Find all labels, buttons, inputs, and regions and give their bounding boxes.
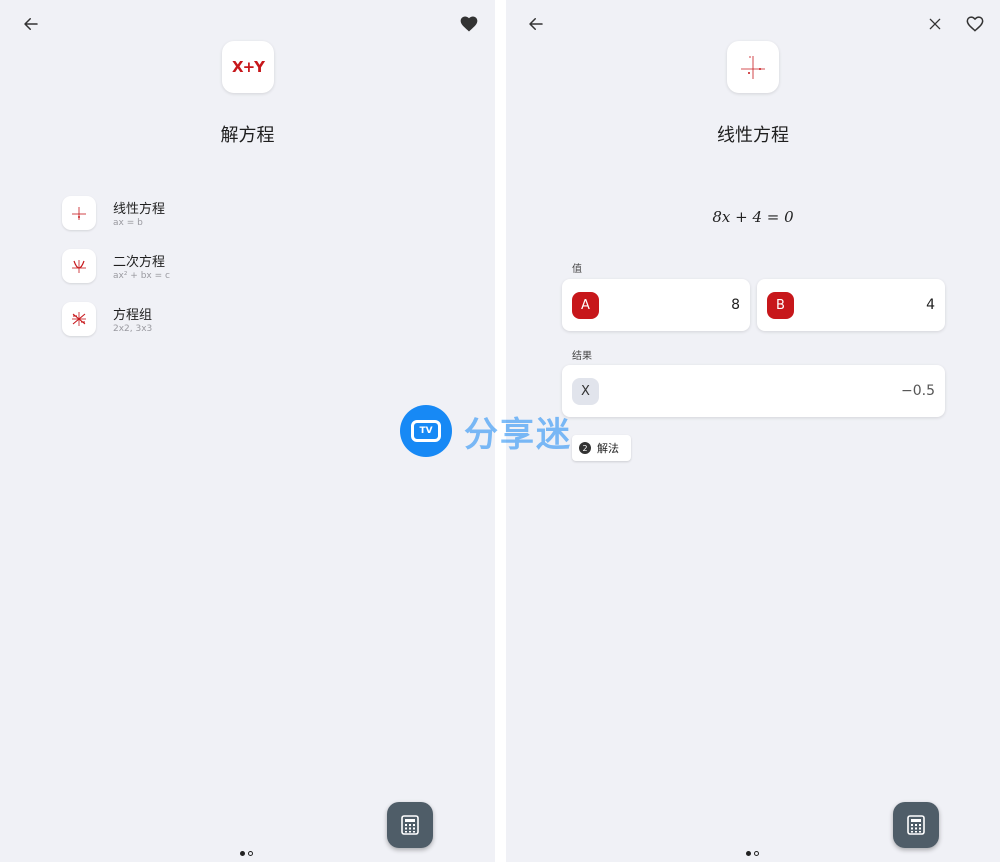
list-item-equation-system[interactable]: 方程组 2x2, 3x3 <box>62 302 362 342</box>
page-title: 线性方程 <box>717 125 789 146</box>
param-b-input[interactable]: B 4 <box>757 279 945 331</box>
result-value: −0.5 <box>901 383 935 399</box>
watermark: TV 分享迷 <box>400 405 572 457</box>
calculator-button[interactable] <box>387 802 433 848</box>
back-arrow-icon[interactable] <box>19 12 43 36</box>
watermark-icon-text: TV <box>419 426 433 436</box>
page-dot-active <box>240 851 245 856</box>
page-dot <box>248 851 253 856</box>
item-title: 二次方程 <box>113 255 166 270</box>
result-x-badge: X <box>572 378 599 405</box>
system-graph-icon <box>62 302 96 336</box>
solution-steps-button[interactable]: 2 解法 <box>572 435 631 461</box>
param-b-value: 4 <box>926 297 935 313</box>
item-title: 方程组 <box>113 308 153 323</box>
page-indicator <box>240 851 253 856</box>
parabola-graph-icon <box>62 249 96 283</box>
linear-graph-icon <box>62 196 96 230</box>
item-title: 线性方程 <box>113 202 166 217</box>
page-indicator <box>746 851 759 856</box>
equation-display: 8x + 4 = 0 <box>712 208 794 226</box>
app-logo: X+Y <box>222 41 274 93</box>
solution-label: 解法 <box>597 442 619 455</box>
favorite-filled-heart-icon[interactable] <box>457 12 481 36</box>
list-item-quadratic-equation[interactable]: 二次方程 ax² + bx = c <box>62 249 362 289</box>
calculator-icon <box>401 815 419 835</box>
linear-equation-logo <box>727 41 779 93</box>
param-a-value: 8 <box>731 297 740 313</box>
param-a-input[interactable]: A 8 <box>562 279 750 331</box>
item-subtitle: 2x2, 3x3 <box>113 324 153 334</box>
calculator-icon <box>907 815 925 835</box>
watermark-tv-icon: TV <box>400 405 452 457</box>
item-subtitle: ax² + bx = c <box>113 271 170 281</box>
item-subtitle: ax = b <box>113 218 143 228</box>
back-arrow-icon[interactable] <box>524 12 548 36</box>
linear-equation-screen: 线性方程 8x + 4 = 0 值 A 8 B 4 结果 X −0.5 2 解法 <box>506 0 1000 862</box>
result-section-label: 结果 <box>572 351 592 362</box>
param-b-badge: B <box>767 292 794 319</box>
param-a-badge: A <box>572 292 599 319</box>
page-dot-active <box>746 851 751 856</box>
watermark-text: 分享迷 <box>464 414 572 455</box>
values-section-label: 值 <box>572 264 582 275</box>
list-item-linear-equation[interactable]: 线性方程 ax = b <box>62 196 362 236</box>
favorite-outline-heart-icon[interactable] <box>963 12 987 36</box>
solution-step-count: 2 <box>579 442 591 454</box>
page-title: 解方程 <box>220 125 275 146</box>
page-dot <box>754 851 759 856</box>
linear-graph-icon <box>741 56 765 79</box>
close-icon[interactable] <box>923 12 947 36</box>
xy-logo-icon: X+Y <box>232 58 265 76</box>
calculator-button[interactable] <box>893 802 939 848</box>
result-field: X −0.5 <box>562 365 945 417</box>
